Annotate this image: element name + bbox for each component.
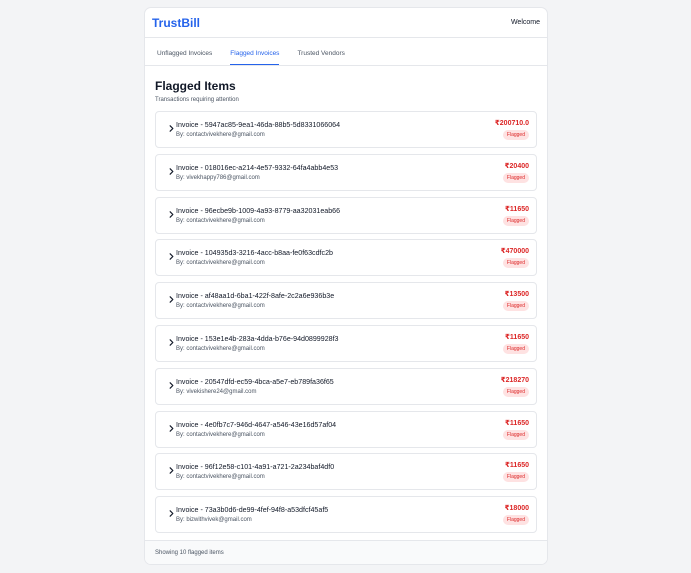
invoice-meta: ₹11650 Flagged <box>502 461 529 483</box>
invoice-info: Invoice - 5947ac85-9ea1-46da-88b5-5d8331… <box>176 121 495 138</box>
invoice-info: Invoice - 153e1e4b-283a-4dda-b76e-94d089… <box>176 335 503 352</box>
invoice-meta: ₹200710.0 Flagged <box>495 119 529 140</box>
main-content: Flagged Items Transactions requiring att… <box>145 66 547 534</box>
invoice-title: Invoice - 5947ac85-9ea1-46da-88b5-5d8331… <box>176 121 341 129</box>
tab-bar: Unflagged Invoices Flagged Invoices Trus… <box>145 38 547 66</box>
invoice-submitter: By: contactvivekhere@gmail.com <box>176 345 265 352</box>
invoice-submitter: By: vivekishere24@gmail.com <box>176 388 257 395</box>
tab-unflagged-invoices[interactable]: Unflagged Invoices <box>157 50 212 65</box>
invoice-item[interactable]: Invoice - 104935d3-3216-4acc-b8aa-fe0f63… <box>155 239 537 277</box>
invoice-submitter: By: bizwithvivek@gmail.com <box>176 517 252 524</box>
welcome-text: Welcome <box>510 19 540 26</box>
invoice-amount: ₹11650 <box>505 333 529 341</box>
invoice-info: Invoice - af48aa1d-6ba1-422f-8afe-2c2a6e… <box>176 292 503 309</box>
chevron-right-icon[interactable] <box>167 424 176 435</box>
chevron-right-icon[interactable] <box>167 509 176 520</box>
brand-logo[interactable]: TrustBill <box>152 16 200 30</box>
invoice-info: Invoice - 73a3b0d6-de99-4fef-94f8-a53dfc… <box>176 506 503 523</box>
invoice-amount: ₹470000 <box>500 248 529 256</box>
invoice-info: Invoice - 20547dfd-ec59-4bca-a5e7-eb789f… <box>176 378 501 395</box>
chevron-right-icon[interactable] <box>167 381 176 392</box>
invoice-submitter: By: contactvivekhere@gmail.com <box>176 431 265 438</box>
list-footer: Showing 10 flagged items <box>145 540 547 564</box>
status-badge: Flagged <box>502 515 529 526</box>
invoice-meta: ₹218270 Flagged <box>501 376 529 397</box>
invoice-title: Invoice - 96f12e58-c101-4a91-a721-2a234b… <box>176 463 335 472</box>
invoice-submitter: By: contactvivekhere@gmail.com <box>176 132 265 138</box>
invoice-title: Invoice - 73a3b0d6-de99-4fef-94f8-a53dfc… <box>176 506 329 515</box>
invoice-item[interactable]: Invoice - 5947ac85-9ea1-46da-88b5-5d8331… <box>155 111 537 148</box>
app-header: TrustBill Welcome <box>145 8 547 38</box>
invoice-amount: ₹11650 <box>505 462 529 470</box>
invoice-submitter: By: contactvivekhere@gmail.com <box>176 217 265 224</box>
invoice-meta: ₹18000 Flagged <box>502 504 529 526</box>
invoice-amount: ₹218270 <box>500 376 529 384</box>
invoice-info: Invoice - 104935d3-3216-4acc-b8aa-fe0f63… <box>176 249 501 266</box>
invoice-title: Invoice - 104935d3-3216-4acc-b8aa-fe0f63… <box>176 249 333 258</box>
status-badge: Flagged <box>502 130 529 140</box>
status-badge: Flagged <box>502 258 529 269</box>
invoice-amount: ₹11650 <box>505 419 529 427</box>
invoice-item[interactable]: Invoice - 96f12e58-c101-4a91-a721-2a234b… <box>155 453 537 491</box>
invoice-item[interactable]: Invoice - 96ecbe9b-1009-4a93-8779-aa3203… <box>155 196 537 234</box>
tab-flagged-invoices[interactable]: Flagged Invoices <box>230 50 280 65</box>
status-badge: Flagged <box>502 172 529 183</box>
invoice-item[interactable]: Invoice - af48aa1d-6ba1-422f-8afe-2c2a6e… <box>155 282 537 320</box>
invoice-meta: ₹11650 Flagged <box>502 333 529 354</box>
invoice-title: Invoice - 018016ec-a214-4e57-9332-64fa4a… <box>176 163 339 172</box>
invoice-submitter: By: contactvivekhere@gmail.com <box>176 474 265 481</box>
invoice-info: Invoice - 018016ec-a214-4e57-9332-64fa4a… <box>176 164 503 181</box>
page-title: Flagged Items <box>155 79 236 93</box>
invoice-item[interactable]: Invoice - 018016ec-a214-4e57-9332-64fa4a… <box>155 153 537 191</box>
invoice-info: Invoice - 96f12e58-c101-4a91-a721-2a234b… <box>176 463 503 480</box>
invoice-amount: ₹11650 <box>505 205 529 213</box>
invoice-submitter: By: contactvivekhere@gmail.com <box>176 260 265 267</box>
invoice-title: Invoice - 4e0fb7c7-946d-4647-a546-43e16d… <box>176 420 337 429</box>
invoice-item[interactable]: Invoice - 73a3b0d6-de99-4fef-94f8-a53dfc… <box>155 496 537 534</box>
invoice-item[interactable]: Invoice - 153e1e4b-283a-4dda-b76e-94d089… <box>155 324 537 362</box>
invoice-amount: ₹20400 <box>504 162 529 170</box>
status-badge: Flagged <box>502 301 529 312</box>
invoice-title: Invoice - 96ecbe9b-1009-4a93-8779-aa3203… <box>176 206 341 215</box>
invoice-item[interactable]: Invoice - 20547dfd-ec59-4bca-a5e7-eb789f… <box>155 367 537 405</box>
invoice-submitter: By: vivekhappy786@gmail.com <box>176 174 260 181</box>
invoice-meta: ₹13500 Flagged <box>502 290 529 312</box>
invoice-amount: ₹200710.0 <box>494 120 529 127</box>
invoice-title: Invoice - 20547dfd-ec59-4bca-a5e7-eb789f… <box>176 377 334 386</box>
app-card: TrustBill Welcome Unflagged Invoices Fla… <box>144 7 548 565</box>
status-badge: Flagged <box>502 215 529 226</box>
invoice-title: Invoice - af48aa1d-6ba1-422f-8afe-2c2a6e… <box>176 292 335 301</box>
invoice-submitter: By: contactvivekhere@gmail.com <box>176 303 265 310</box>
invoice-title: Invoice - 153e1e4b-283a-4dda-b76e-94d089… <box>176 334 339 343</box>
chevron-right-icon[interactable] <box>167 124 176 135</box>
chevron-right-icon[interactable] <box>167 252 176 263</box>
chevron-right-icon[interactable] <box>167 210 176 221</box>
invoice-meta: ₹11650 Flagged <box>502 419 529 440</box>
invoice-info: Invoice - 96ecbe9b-1009-4a93-8779-aa3203… <box>176 207 503 224</box>
status-badge: Flagged <box>502 343 529 354</box>
chevron-right-icon[interactable] <box>167 466 176 477</box>
invoice-amount: ₹13500 <box>504 291 529 299</box>
tab-trusted-vendors[interactable]: Trusted Vendors <box>297 50 344 65</box>
invoice-info: Invoice - 4e0fb7c7-946d-4647-a546-43e16d… <box>176 421 503 438</box>
page-subtitle: Transactions requiring attention <box>155 97 239 103</box>
status-badge: Flagged <box>502 386 529 397</box>
invoice-meta: ₹470000 Flagged <box>500 247 529 269</box>
chevron-right-icon[interactable] <box>167 295 176 306</box>
invoice-item[interactable]: Invoice - 4e0fb7c7-946d-4647-a546-43e16d… <box>155 410 537 448</box>
flagged-items-list: Invoice - 5947ac85-9ea1-46da-88b5-5d8331… <box>155 111 537 534</box>
status-badge: Flagged <box>502 472 529 483</box>
footer-count-text: Showing 10 flagged items <box>155 549 224 556</box>
status-badge: Flagged <box>502 429 529 440</box>
invoice-meta: ₹11650 Flagged <box>502 205 529 226</box>
invoice-amount: ₹18000 <box>504 505 529 513</box>
chevron-right-icon[interactable] <box>167 338 176 349</box>
chevron-right-icon[interactable] <box>167 167 176 178</box>
invoice-meta: ₹20400 Flagged <box>502 162 529 183</box>
